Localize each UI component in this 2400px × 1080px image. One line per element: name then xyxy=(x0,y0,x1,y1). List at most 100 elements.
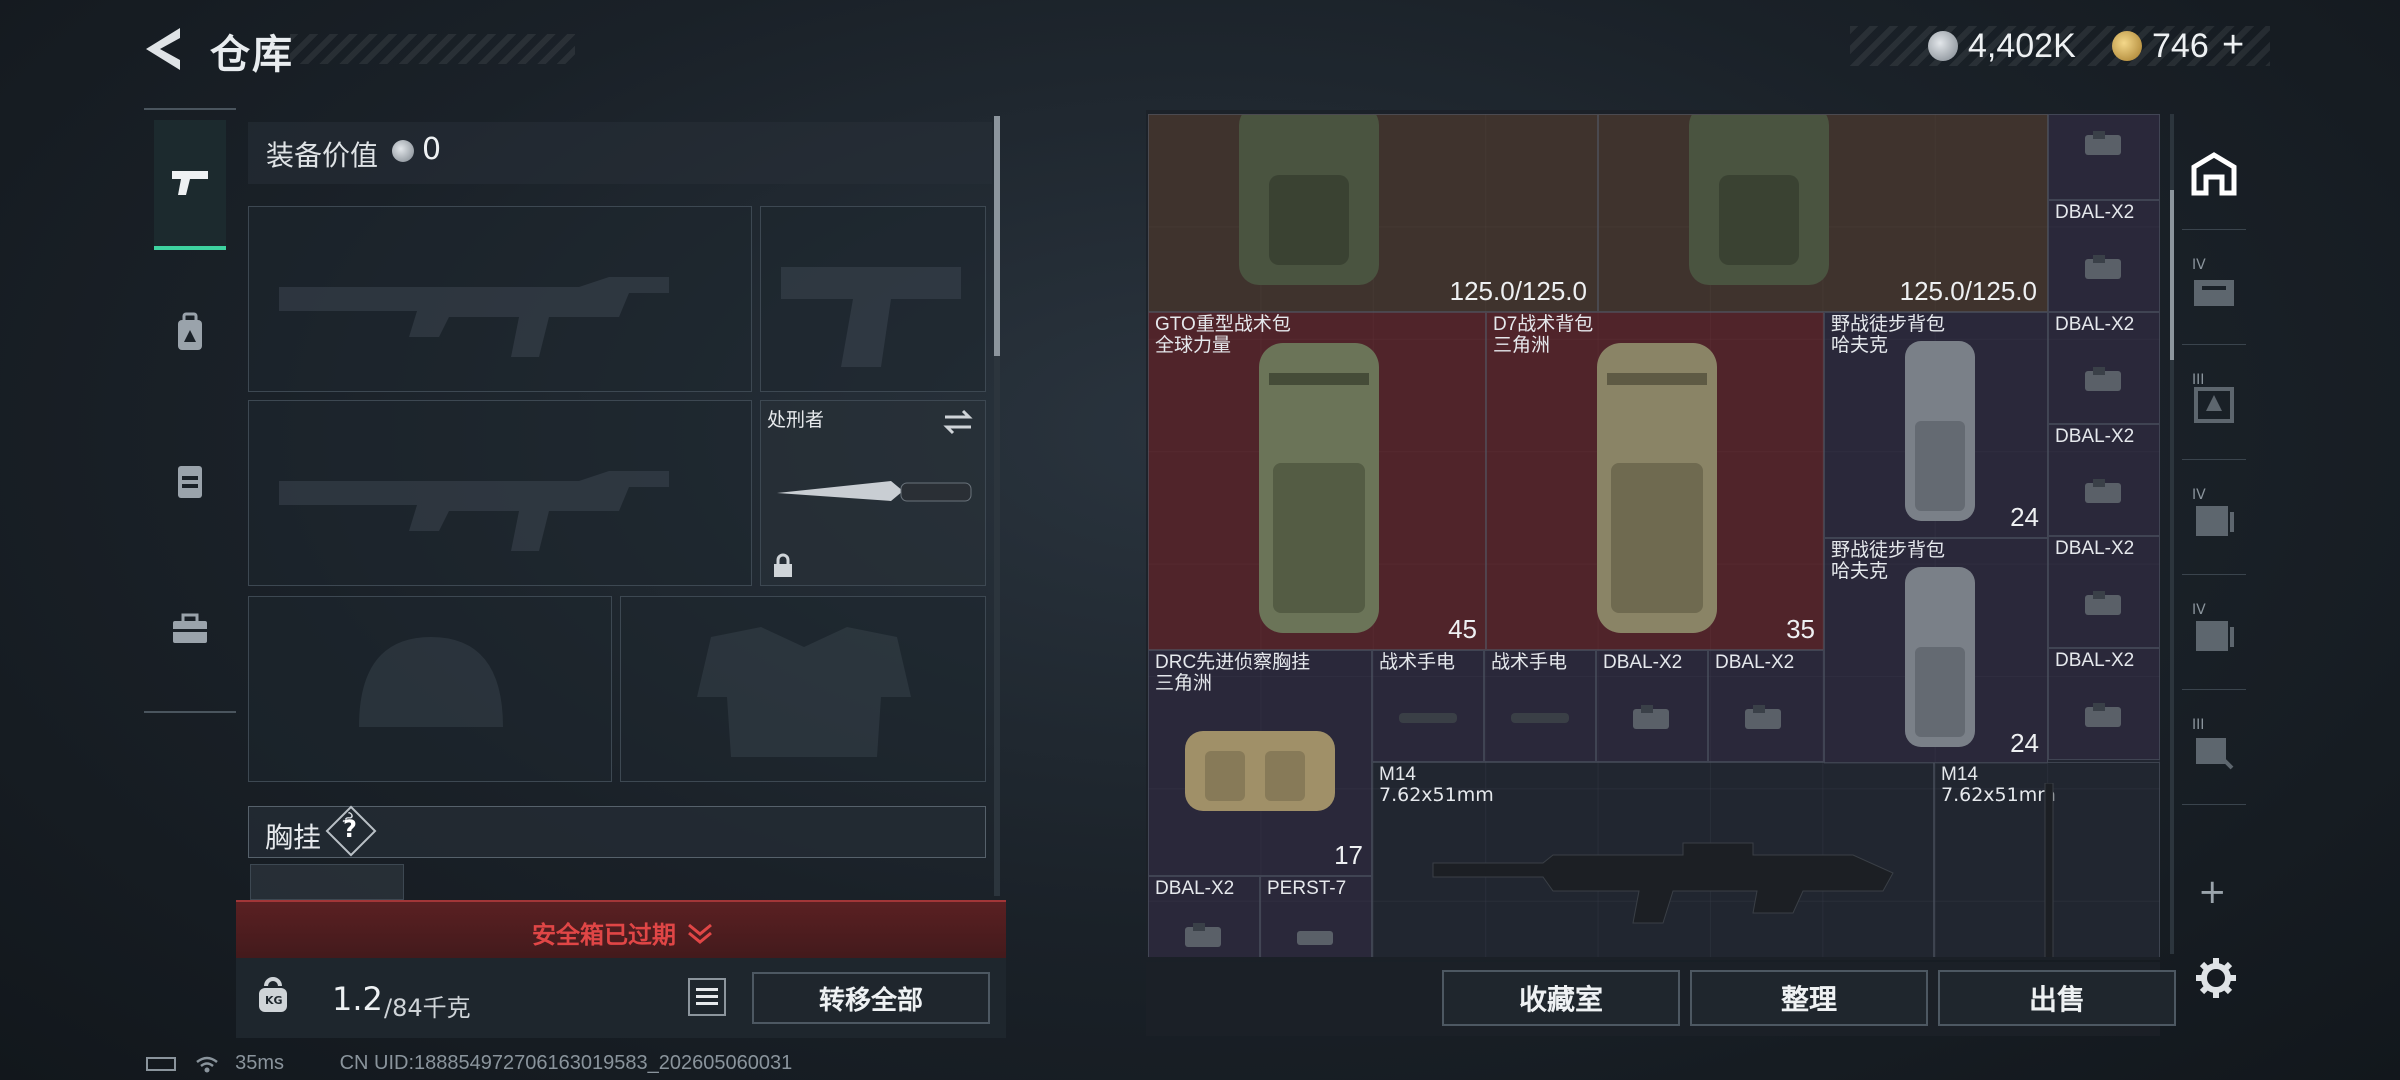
primary-weapon-slot[interactable] xyxy=(248,206,752,392)
inventory-item[interactable]: 125.0/125.0 xyxy=(1148,114,1598,312)
back-button[interactable] xyxy=(140,24,190,74)
settings-button[interactable] xyxy=(2194,956,2238,1004)
transfer-all-button[interactable]: 转移全部 xyxy=(752,972,990,1024)
item-name: PERST-7 xyxy=(1267,878,1347,899)
inventory-item[interactable]: 125.0/125.0 xyxy=(1598,114,2048,312)
add-currency-button[interactable]: + xyxy=(2222,24,2244,67)
back-arrow-icon xyxy=(146,28,180,70)
item-durability: 125.0/125.0 xyxy=(1899,276,2037,306)
item-name: 战术手电 xyxy=(1379,652,1456,673)
item-brand: 三角洲 xyxy=(1155,672,1213,694)
storage-box-icon xyxy=(2194,386,2234,423)
tier-label: IV xyxy=(2192,257,2206,273)
inventory-item[interactable]: PERST-7 xyxy=(1260,876,1372,957)
item-name: DBAL-X2 xyxy=(2055,202,2135,223)
equipment-value: 0 xyxy=(422,132,442,167)
inventory-item[interactable]: GTO重型战术包 全球力量 45 xyxy=(1148,312,1486,650)
lock-icon xyxy=(774,553,792,577)
armor-silhouette-icon xyxy=(697,627,911,757)
storage-box-icon xyxy=(2194,279,2234,306)
item-capacity: 24 xyxy=(2010,728,2039,758)
storage-tab-3[interactable]: III xyxy=(2182,350,2246,460)
secondary-weapon-slot[interactable] xyxy=(248,400,752,586)
nav-toolbox[interactable] xyxy=(154,564,226,694)
chest-rig-label: 胸挂 xyxy=(265,821,322,854)
inventory-item[interactable] xyxy=(2048,114,2160,200)
inventory-item[interactable]: M14 7.62x51mm xyxy=(1934,762,2160,957)
list-view-button[interactable] xyxy=(688,978,726,1016)
inventory-item[interactable]: 野战徒步背包 哈夫克 24 xyxy=(1824,312,2048,538)
backpack-icon xyxy=(1905,341,1975,521)
inventory-item[interactable]: DBAL-X2 xyxy=(2048,648,2160,760)
weight-current: 1.2 xyxy=(332,980,383,1018)
swap-icon[interactable] xyxy=(941,407,975,437)
organize-button[interactable]: 整理 xyxy=(1690,970,1928,1026)
inventory-item[interactable]: DBAL-X2 xyxy=(2048,536,2160,648)
user-uid: CN UID:1888549727061630195​83_2026050600… xyxy=(339,1052,793,1075)
warehouse-icon xyxy=(2191,151,2237,195)
item-name: DBAL-X2 xyxy=(1603,652,1683,673)
inventory-item[interactable]: D7战术背包 三角洲 35 xyxy=(1486,312,1824,650)
inventory-item[interactable]: 战术手电 xyxy=(1372,650,1484,762)
inventory-item[interactable]: DBAL-X2 xyxy=(2048,200,2160,312)
pistol-icon xyxy=(172,171,208,195)
item-name: GTO重型战术包 xyxy=(1155,314,1291,335)
laser-module-icon xyxy=(2085,367,2121,391)
nav-backpack[interactable] xyxy=(154,268,226,398)
storage-tab-main[interactable] xyxy=(2182,120,2246,230)
sell-button[interactable]: 出售 xyxy=(1938,970,2176,1026)
inventory-item[interactable]: DBAL-X2 xyxy=(2048,312,2160,424)
inventory-item[interactable]: DBAL-X2 xyxy=(1596,650,1708,762)
item-name: DBAL-X2 xyxy=(2055,314,2135,335)
equipment-value-label: 装备价值 xyxy=(266,139,379,172)
item-name: DRC先进侦察胸挂 xyxy=(1155,652,1311,673)
inventory-scrollbar-thumb[interactable] xyxy=(2170,190,2174,360)
rifle-icon xyxy=(1432,842,1894,924)
item-name: DBAL-X2 xyxy=(2055,538,2135,559)
item-name: 战术手电 xyxy=(1491,652,1568,673)
laser-module-icon xyxy=(2085,479,2121,503)
safe-box-expired-banner[interactable]: 安全箱已过期 xyxy=(236,900,1006,958)
list-icon xyxy=(696,988,718,1005)
storage-box-icon xyxy=(2196,505,2234,536)
sidearm-slot[interactable] xyxy=(760,206,986,392)
inventory-item[interactable]: M14 7.62x51mm xyxy=(1372,762,1934,957)
item-capacity: 35 xyxy=(1786,614,1815,644)
safe-box-expired-text: 安全箱已过期 xyxy=(532,921,676,949)
inventory-item[interactable]: 野战徒步背包 哈夫克 24 xyxy=(1824,538,2048,764)
storage-tab-2[interactable]: IV xyxy=(2182,235,2246,345)
inventory-item[interactable]: DBAL-X2 xyxy=(2048,424,2160,536)
nav-chest-rig[interactable] xyxy=(154,416,226,546)
laser-module-icon xyxy=(1185,923,1221,947)
melee-slot[interactable]: 处刑者 xyxy=(760,400,986,586)
helmet-slot[interactable] xyxy=(248,596,612,782)
inventory-item[interactable]: DBAL-X2 xyxy=(1708,650,1824,762)
inventory-item[interactable]: 战术手电 xyxy=(1484,650,1596,762)
kg-label: KG xyxy=(265,994,283,1007)
item-name: DBAL-X2 xyxy=(2055,650,2135,671)
collection-room-button[interactable]: 收藏室 xyxy=(1442,970,1680,1026)
storage-tab-6[interactable]: III xyxy=(2182,695,2246,805)
storage-tab-nav: IV III IV IV III xyxy=(2176,110,2252,850)
item-name: D7战术背包 xyxy=(1493,314,1594,335)
rifle-silhouette-icon xyxy=(279,277,669,357)
flashlight-icon xyxy=(1511,713,1569,723)
storage-box-icon xyxy=(2196,737,2234,769)
storage-tab-4[interactable]: IV xyxy=(2182,465,2246,575)
coin-icon xyxy=(392,140,414,162)
inventory-item[interactable]: DRC先进侦察胸挂 三角洲 17 xyxy=(1148,650,1372,876)
inventory-item[interactable]: DBAL-X2 xyxy=(1148,876,1260,957)
coin-balance: 4,402K xyxy=(1968,27,2076,65)
item-name: DBAL-X2 xyxy=(2055,426,2135,447)
weight-icon: KG xyxy=(256,976,290,1014)
tier-label: IV xyxy=(2192,487,2206,503)
add-storage-button[interactable]: + xyxy=(2198,872,2227,912)
tier-label: III xyxy=(2192,717,2205,733)
armor-slot[interactable] xyxy=(620,596,986,782)
nav-weapons[interactable] xyxy=(154,120,226,250)
equipment-scrollbar-thumb[interactable] xyxy=(994,116,1000,356)
storage-box-icon xyxy=(2196,620,2234,651)
weight-bar: KG 1.2 /84千克 转移全部 xyxy=(236,958,1006,1038)
pistol-silhouette-icon xyxy=(781,267,961,367)
storage-tab-5[interactable]: IV xyxy=(2182,580,2246,690)
